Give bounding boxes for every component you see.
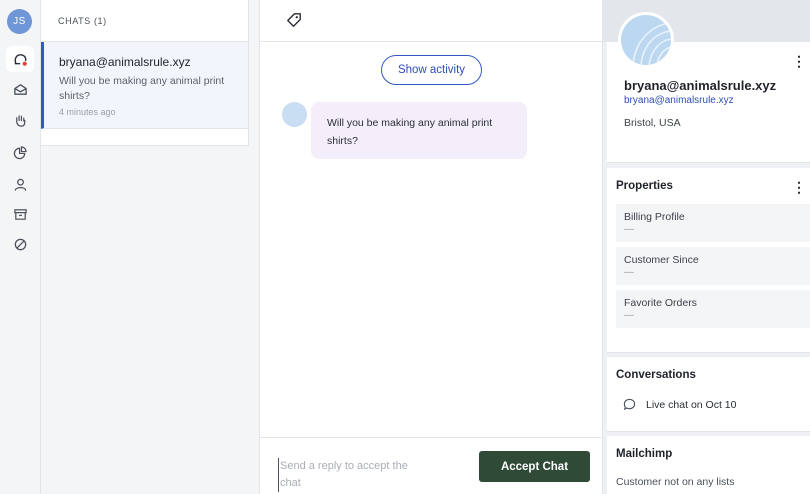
archive-icon <box>13 208 27 220</box>
property-label: Billing Profile <box>624 211 685 223</box>
property-value: — <box>624 224 634 235</box>
conversations-card: Conversations Live chat on Oct 10 <box>607 357 810 432</box>
reply-composer: Send a reply to accept the chat Accept C… <box>260 437 603 494</box>
person-icon <box>14 178 26 191</box>
chat-list-pane: CHATS (1) bryana@animalsrule.xyz Will yo… <box>41 0 260 494</box>
conversation-history-item[interactable]: Live chat on Oct 10 <box>623 398 736 411</box>
customer-sidebar: ⋮ bryana@animalsrule.xyz bryana@animalsr… <box>603 0 810 494</box>
nav-customers-button[interactable] <box>6 171 34 197</box>
nav-archive-button[interactable] <box>6 201 34 227</box>
avatar-pattern-icon <box>632 22 671 65</box>
conversation-history-label: Live chat on Oct 10 <box>646 398 737 411</box>
properties-card: Properties ⋮ Billing Profile — Customer … <box>607 168 810 353</box>
chat-bubble-icon <box>14 53 27 66</box>
nav-reports-button[interactable] <box>6 139 34 165</box>
conversation-pane: Show activity Will you be making any ani… <box>260 0 603 494</box>
property-customer-since[interactable]: Customer Since — <box>616 247 810 285</box>
user-avatar[interactable]: JS <box>7 9 32 34</box>
blocked-icon <box>14 238 26 250</box>
property-billing-profile[interactable]: Billing Profile — <box>616 204 810 242</box>
message-bubble: Will you be making any animal print shir… <box>311 102 527 159</box>
tag-icon[interactable] <box>286 12 302 28</box>
profile-email[interactable]: bryana@animalsrule.xyz <box>624 95 734 106</box>
chat-item-name: bryana@animalsrule.xyz <box>59 55 191 69</box>
mailchimp-status: Customer not on any lists <box>616 476 735 488</box>
profile-location: Bristol, USA <box>624 117 681 129</box>
hand-icon <box>15 114 25 127</box>
conversations-title: Conversations <box>616 369 696 381</box>
inbox-icon <box>13 83 27 95</box>
mailchimp-title: Mailchimp <box>616 448 673 460</box>
nav-blocked-button[interactable] <box>6 231 34 257</box>
reply-input[interactable]: Send a reply to accept the chat <box>278 458 428 492</box>
nav-chats-button[interactable] <box>6 46 34 72</box>
mailchimp-card: Mailchimp Customer not on any lists <box>607 436 810 494</box>
property-value: — <box>624 267 634 278</box>
properties-menu-button[interactable]: ⋮ <box>792 180 806 194</box>
conversation-toolbar <box>260 0 603 42</box>
chats-header-label: CHATS <box>58 16 91 26</box>
chat-item-preview: Will you be making any animal print shir… <box>59 75 225 102</box>
property-label: Favorite Orders <box>624 297 697 309</box>
profile-name: bryana@animalsrule.xyz <box>624 78 777 93</box>
nav-rail: JS <box>0 0 41 494</box>
show-activity-button[interactable]: Show activity <box>381 55 482 85</box>
profile-card: ⋮ bryana@animalsrule.xyz bryana@animalsr… <box>607 12 810 163</box>
nav-hand-button[interactable] <box>6 107 34 133</box>
chats-count: (1) <box>93 16 107 26</box>
nav-inbox-button[interactable] <box>6 76 34 102</box>
profile-avatar <box>618 12 674 68</box>
chat-item-time: 4 minutes ago <box>59 107 116 117</box>
chat-list-panel: CHATS (1) bryana@animalsrule.xyz Will yo… <box>41 0 249 146</box>
properties-title: Properties <box>616 180 673 192</box>
property-value: — <box>624 310 634 321</box>
property-favorite-orders[interactable]: Favorite Orders — <box>616 290 810 328</box>
chat-bubble-icon <box>623 398 636 410</box>
chat-list-item[interactable]: bryana@animalsrule.xyz Will you be makin… <box>41 42 248 129</box>
pie-chart-icon <box>13 145 27 159</box>
property-label: Customer Since <box>624 254 699 266</box>
chats-header: CHATS (1) <box>58 16 107 26</box>
accept-chat-button[interactable]: Accept Chat <box>479 451 590 482</box>
customer-avatar <box>282 102 307 127</box>
profile-menu-button[interactable]: ⋮ <box>792 54 806 68</box>
